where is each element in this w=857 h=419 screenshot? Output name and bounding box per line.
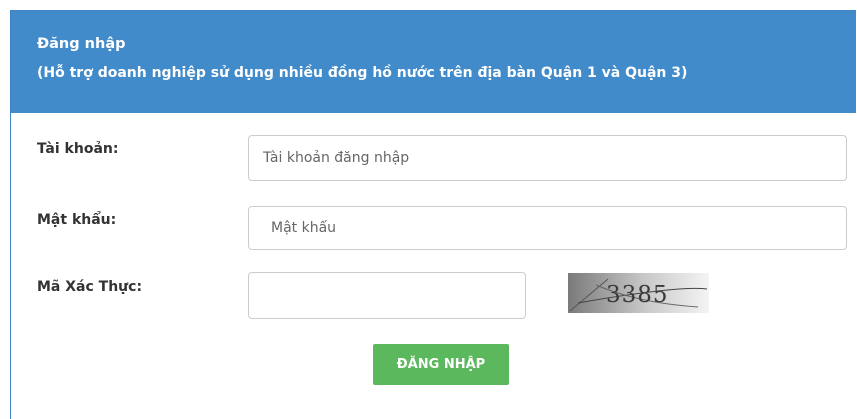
account-input[interactable] bbox=[248, 135, 847, 181]
password-label: Mật khẩu: bbox=[37, 212, 117, 228]
password-input[interactable] bbox=[248, 206, 847, 250]
panel-header: Đăng nhập (Hỗ trợ doanh nghiệp sử dụng n… bbox=[11, 11, 856, 113]
captcha-text: 3385 bbox=[606, 282, 669, 308]
captcha-label: Mã Xác Thực: bbox=[37, 279, 143, 295]
captcha-image: 3385 bbox=[568, 273, 709, 313]
panel-title: Đăng nhập bbox=[37, 36, 126, 52]
account-label: Tài khoản: bbox=[37, 141, 119, 157]
login-button[interactable]: ĐĂNG NHẬP bbox=[373, 344, 509, 385]
captcha-input[interactable] bbox=[248, 272, 526, 319]
login-panel: Đăng nhập (Hỗ trợ doanh nghiệp sử dụng n… bbox=[10, 10, 856, 419]
panel-subtitle: (Hỗ trợ doanh nghiệp sử dụng nhiều đồng … bbox=[37, 65, 688, 81]
